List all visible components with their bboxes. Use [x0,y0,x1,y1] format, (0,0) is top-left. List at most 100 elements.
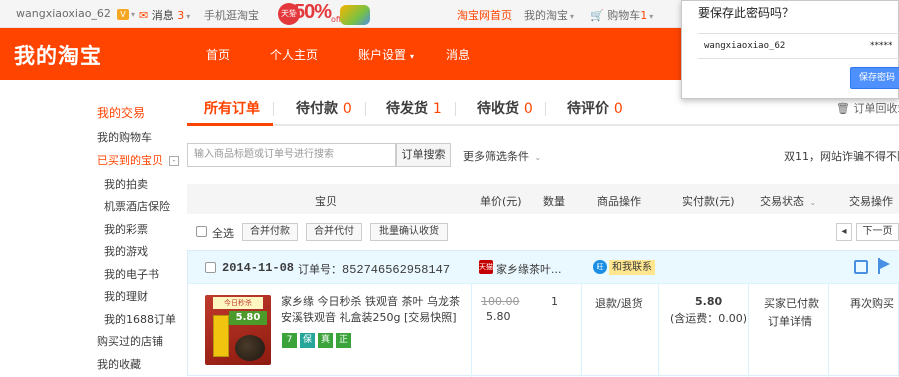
promo-percent: 50% [294,1,332,23]
nav-home[interactable]: 首页 [206,46,230,63]
saved-password-mask: ***** [870,41,893,51]
sidebar-item-favorites[interactable]: 我的收藏 [97,356,141,372]
chevron-down-icon: ⌄ [534,153,542,162]
my-taobao-link[interactable]: 我的淘宝 ▾ [524,7,574,23]
sidebar-item-cart[interactable]: 我的购物车 [97,129,152,145]
nav-account-settings[interactable]: 账户设置 ▾ [358,46,414,63]
chevron-down-icon: ▾ [131,10,136,19]
thumb-price: 5.80 [229,311,267,325]
sidebar-item-shops[interactable]: 购买过的店铺 [97,333,163,349]
order-header: 2014-11-08 订单号：852746562958147 天猫 家乡缘茶叶.… [188,251,899,284]
sidebar-item-1688[interactable]: 我的1688订单 [104,311,176,327]
tab-pending-shipment[interactable]: 待发货 1 [386,98,442,118]
collapse-icon[interactable]: - [169,156,179,166]
sidebar-item-bought[interactable]: 已买到的宝贝 - [97,152,179,168]
tab-pending-payment[interactable]: 待付款 0 [296,98,352,118]
quantity: 1 [551,295,558,308]
nav-profile[interactable]: 个人主页 [270,46,318,63]
sidebar-item-lottery[interactable]: 我的彩票 [104,221,148,237]
guarantee-icon[interactable]: 保 [300,333,315,348]
batch-confirm-receipt-button[interactable]: 批量确认收货 [370,223,448,241]
chevron-down-icon: ⌄ [809,198,817,207]
more-filters-toggle[interactable]: 更多筛选条件 ⌄ [463,148,541,164]
order-search-button[interactable]: 订单搜索 [396,143,451,167]
tab-pending-receipt[interactable]: 待收货 0 [477,98,533,118]
original-price: 100.00 [481,295,520,308]
trash-icon: 🗑 [836,102,850,115]
order-checkbox[interactable] [205,262,216,273]
buy-again-link[interactable]: 再次购买 [850,295,894,311]
seven-day-return-icon[interactable]: 7 [282,333,297,348]
order-table-header: 宝贝 单价(元) 数量 商品操作 实付款(元) 交易状态 ⌄ 交易操作 [187,184,899,214]
dialog-title: 要保存此密码吗？ [698,6,795,20]
nav-messages[interactable]: 消息 [446,46,470,63]
divider [471,284,472,377]
taobao-home-link[interactable]: 淘宝网首页 [457,7,512,23]
mobile-taobao-link[interactable]: 手机逛淘宝 [204,7,259,23]
next-page-button[interactable]: 下一页 [856,223,899,241]
save-password-dialog: 要保存此密码吗？ wangxiaoxiao_62 ***** 保存密码 [681,0,899,99]
sidebar-item-finance[interactable]: 我的理财 [104,288,148,304]
fraud-notice-link[interactable]: 双11，网站诈骗不得不防! [784,148,899,164]
messages-link[interactable]: ✉ 消息 3 ▾ [139,7,190,23]
genuine-icon[interactable]: 正 [336,333,351,348]
contact-seller-button[interactable]: 旺和我联系 [593,260,659,275]
sidebar-item-travel[interactable]: 机票酒店保险 [104,198,170,214]
sidebar-item-auction[interactable]: 我的拍卖 [104,176,148,192]
product-thumbnail[interactable]: 今日秒杀 5.80 [205,295,271,365]
mail-icon: ✉ [139,9,149,22]
divider [365,102,366,116]
merge-pay-button[interactable]: 合并付款 [242,223,298,241]
saved-username: wangxiaoxiao_62 [704,41,786,51]
select-all-label: 全选 [212,227,234,240]
paid-amount: 5.80 [695,295,723,308]
prev-page-button[interactable]: ◂ [836,223,852,241]
shop-name-link[interactable]: 家乡缘茶叶... [496,261,562,277]
my-taobao-logo[interactable]: 我的淘宝 [14,40,102,70]
tea-leaves-image [235,335,265,361]
col-quantity: 数量 [543,195,565,208]
product-title-link[interactable]: 家乡缘 今日秒杀 铁观音 茶叶 乌龙茶 安溪铁观音 礼盒装250g [交易快照] [281,294,471,326]
divider [748,284,749,377]
refund-link[interactable]: 退款/退货 [595,295,643,311]
active-tab-indicator [187,123,273,126]
save-password-button[interactable]: 保存密码 [850,67,899,89]
merge-proxy-pay-button[interactable]: 合并代付 [306,223,362,241]
cart-link[interactable]: 🛒 购物车1 ▾ [590,7,653,23]
shipping-fee: (含运费：0.00) [670,312,748,325]
col-status[interactable]: 交易状态 ⌄ [760,193,816,209]
authentic-icon[interactable]: 真 [318,333,333,348]
chevron-down-icon: ▾ [410,52,415,61]
flag-icon[interactable] [878,258,892,274]
order-date: 2014-11-08 [222,261,295,275]
divider [698,58,899,59]
select-all-checkbox[interactable] [196,226,207,237]
trade-status: 买家已付款 [764,297,819,310]
vip-icon[interactable]: V ▾ [117,7,135,20]
sidebar-section-trades[interactable]: 我的交易 [97,104,145,121]
order-details-link[interactable]: 订单详情 [768,313,812,329]
divider [698,33,899,34]
sidebar: 我的交易 我的购物车 已买到的宝贝 - 我的拍卖 机票酒店保险 我的彩票 我的游戏… [0,80,180,376]
order-recycle-link[interactable]: 🗑 订单回收站 [836,100,899,116]
promo-image [340,5,370,25]
tab-all-orders[interactable]: 所有订单 [204,98,260,118]
col-paid: 实付款(元) [682,195,735,208]
divider [455,102,456,116]
order-search-input[interactable]: 输入商品标题或订单号进行搜索 [187,143,396,167]
username-link[interactable]: wangxiaoxiao_62 [16,7,111,20]
promo-banner[interactable]: 天猫 50% off [278,1,374,27]
cart-icon: 🛒 [590,9,604,22]
sidebar-item-games[interactable]: 我的游戏 [104,243,148,259]
unit-price: 5.80 [486,310,511,323]
col-item-actions: 商品操作 [597,195,641,208]
divider [658,284,659,377]
tmall-icon: 天猫 [479,260,493,274]
sidebar-item-ebooks[interactable]: 我的电子书 [104,266,159,282]
order-card: 2014-11-08 订单号：852746562958147 天猫 家乡缘茶叶.… [187,250,899,377]
tab-pending-review[interactable]: 待评价 0 [567,98,623,118]
batch-actions-row: 全选 合并付款 合并代付 批量确认收货 ◂ 下一页 [187,220,899,244]
share-icon[interactable] [854,260,868,274]
tea-box-image [213,315,229,357]
divider [581,284,582,377]
